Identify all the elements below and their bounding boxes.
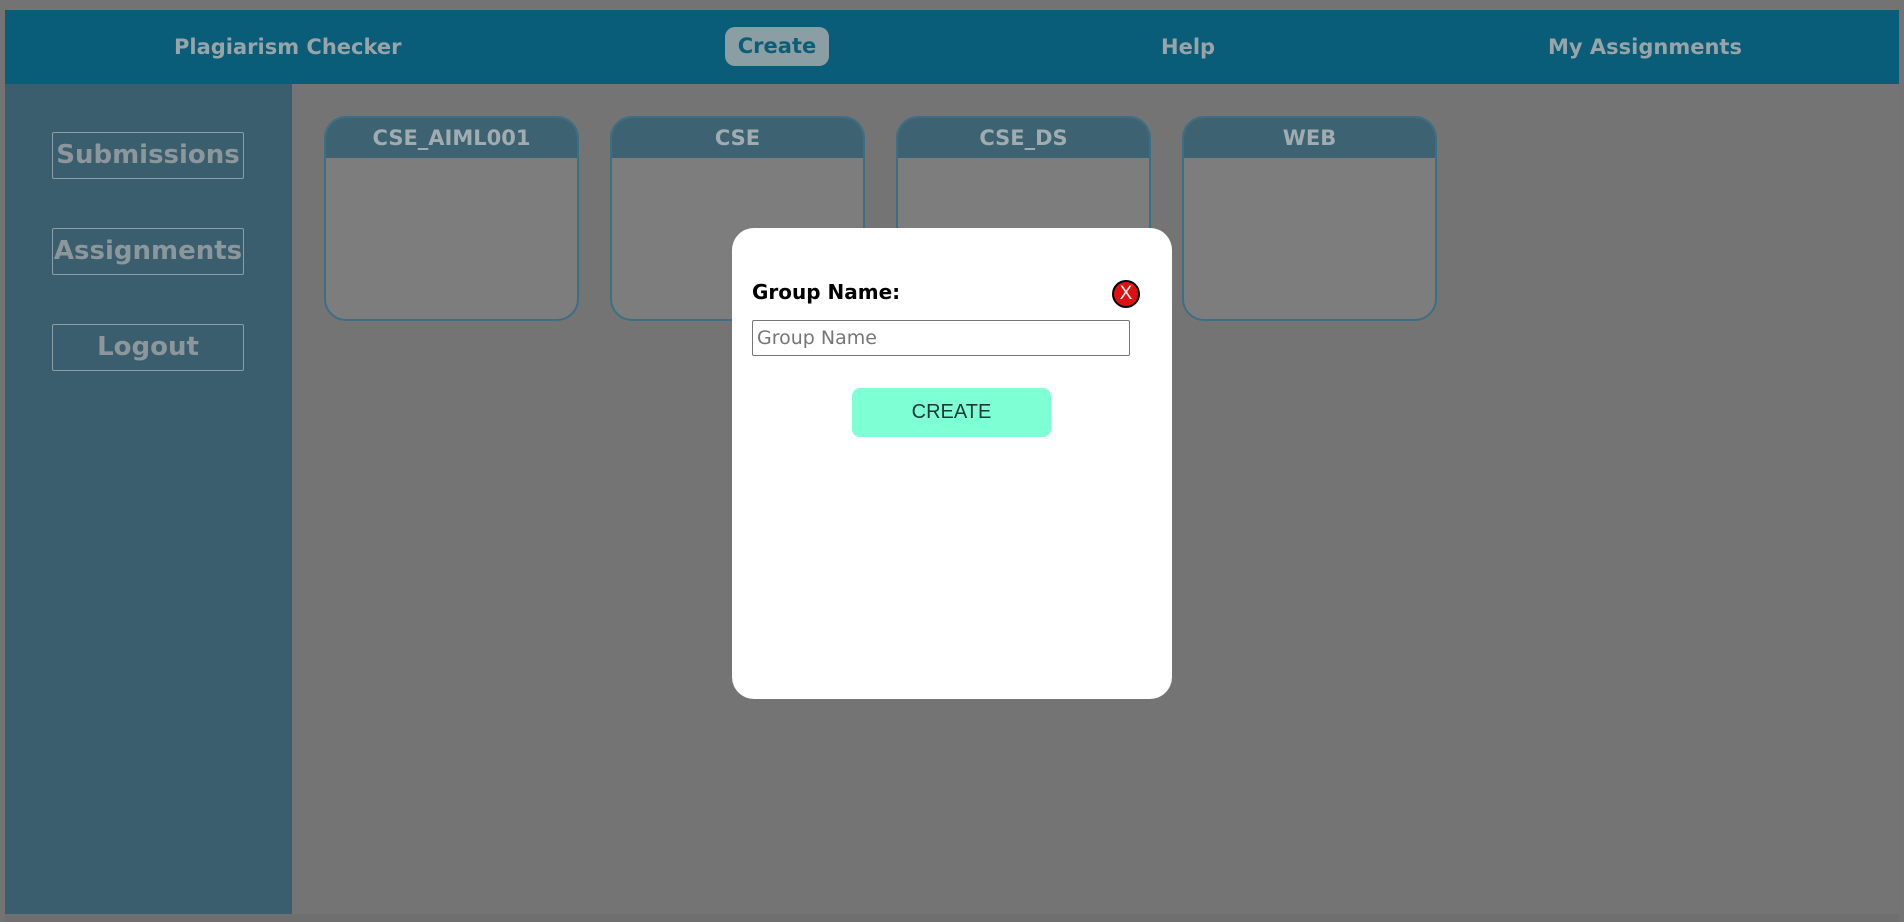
group-card-title: CSE_AIML001	[326, 118, 577, 158]
group-card-title: CSE_DS	[898, 118, 1149, 158]
nav-create-button[interactable]: Create	[725, 27, 829, 66]
group-name-label: Group Name:	[752, 280, 901, 304]
sidebar-assignments-button[interactable]: Assignments	[52, 228, 244, 275]
group-card[interactable]: CSE_AIML001	[324, 116, 579, 321]
group-card-title: WEB	[1184, 118, 1435, 158]
sidebar-logout-button[interactable]: Logout	[52, 324, 244, 371]
app-window: Plagiarism Checker Create Help My Assign…	[0, 0, 1904, 922]
nav-my-assignments[interactable]: My Assignments	[1548, 10, 1742, 84]
create-group-button[interactable]: CREATE	[852, 388, 1051, 437]
group-card-title: CSE	[612, 118, 863, 158]
sidebar: Submissions Assignments Logout	[5, 84, 292, 914]
group-card[interactable]: WEB	[1182, 116, 1437, 321]
window-bottom-edge	[5, 914, 1899, 922]
create-group-modal: Group Name: X CREATE	[732, 228, 1172, 699]
nav-help[interactable]: Help	[1161, 10, 1215, 84]
top-nav-bar: Plagiarism Checker Create Help My Assign…	[5, 10, 1899, 84]
group-name-input[interactable]	[752, 320, 1130, 356]
nav-plagiarism-checker[interactable]: Plagiarism Checker	[174, 10, 401, 84]
close-icon[interactable]: X	[1112, 280, 1140, 308]
sidebar-submissions-button[interactable]: Submissions	[52, 132, 244, 179]
